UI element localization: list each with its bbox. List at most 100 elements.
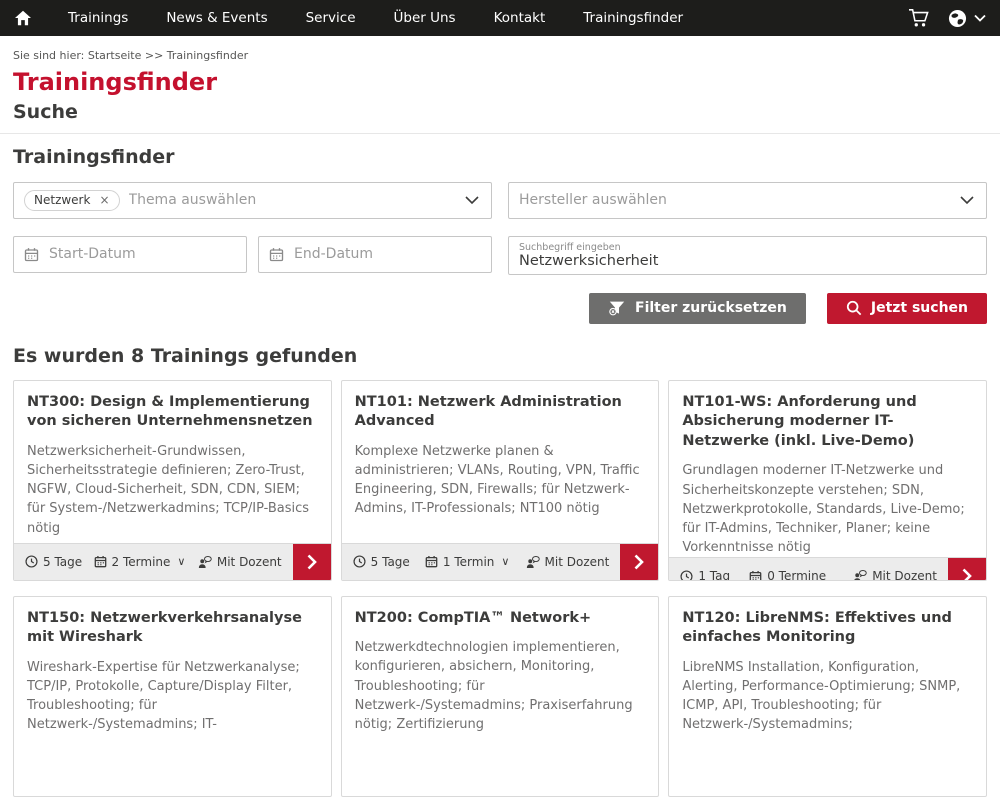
mode-meta: Mit Dozent (852, 569, 937, 580)
dates-label: 1 Termin (443, 555, 494, 569)
training-card-title: NT101: Netzwerk Administration Advanced (355, 393, 646, 432)
globe-icon (948, 9, 967, 28)
dates-meta: 0 Termine (749, 569, 833, 580)
training-card-description: Netzwerksicherheit-Grundwissen, Sicherhe… (27, 442, 318, 538)
breadcrumb[interactable]: Sie sind hier: Startseite >> Trainingsfi… (13, 49, 987, 62)
filter-form-heading: Trainingsfinder (13, 146, 987, 168)
mode-label: Mit Dozent (872, 569, 937, 580)
filter-reset-icon (608, 300, 626, 316)
calendar-icon (269, 247, 284, 262)
page-title: Trainingsfinder (13, 69, 987, 97)
clock-icon (353, 555, 366, 568)
mode-label: Mit Dozent (217, 555, 282, 569)
card-detail-button[interactable] (948, 558, 986, 580)
chevron-right-icon (962, 568, 972, 580)
chevron-down-icon (974, 14, 986, 22)
mode-label: Mit Dozent (545, 555, 610, 569)
training-card-description: Grundlagen moderner IT-Netzwerke und Sic… (682, 461, 973, 557)
training-card-title: NT150: Netzwerkverkehrsanalyse mit Wires… (27, 609, 318, 648)
nav-item-news-events[interactable]: News & Events (166, 10, 267, 26)
nav-item-trainings[interactable]: Trainings (68, 10, 128, 26)
dates-meta[interactable]: 1 Termin ∨ (425, 555, 510, 569)
nav-item-ueber-uns[interactable]: Über Uns (394, 10, 456, 26)
training-card-description: Netzwerkdtechnologien implementieren, ko… (355, 638, 646, 734)
nav-item-service[interactable]: Service (306, 10, 356, 26)
chevron-down-icon (960, 196, 974, 205)
page-subtitle: Suche (13, 101, 987, 123)
chevron-down-icon: ∨ (177, 555, 185, 568)
home-icon (14, 10, 32, 26)
topic-chip-label: Netzwerk (34, 193, 90, 207)
end-date-input[interactable] (292, 245, 481, 263)
training-card-footer: 5 Tage 2 Termine ∨ Mit Dozent (14, 543, 331, 580)
cart-icon (908, 8, 930, 28)
topic-chip-netzwerk: Netzwerk × (24, 190, 120, 211)
calendar-icon (24, 247, 39, 262)
instructor-icon (525, 555, 540, 569)
chip-remove-icon[interactable]: × (99, 194, 109, 206)
training-card: NT200: CompTIA™ Network+ Netzwerkdtechno… (341, 596, 660, 797)
training-card-title: NT200: CompTIA™ Network+ (355, 609, 646, 629)
calendar-icon (94, 555, 107, 568)
top-navigation: Trainings News & Events Service Über Uns… (0, 0, 1000, 36)
training-card: NT101-WS: Anforderung und Absicherung mo… (668, 380, 987, 581)
training-card-title: NT101-WS: Anforderung und Absicherung mo… (682, 393, 973, 452)
results-count-heading: Es wurden 8 Trainings gefunden (13, 345, 987, 367)
dates-meta[interactable]: 2 Termine ∨ (94, 555, 186, 569)
chevron-down-icon (465, 196, 479, 205)
training-card: NT101: Netzwerk Administration Advanced … (341, 380, 660, 581)
nav-item-trainingsfinder[interactable]: Trainingsfinder (583, 10, 683, 26)
vendor-select[interactable]: Hersteller auswählen (508, 182, 987, 219)
keyword-field[interactable]: Suchbegriff eingeben (508, 236, 987, 275)
chevron-right-icon (307, 554, 317, 570)
mode-meta: Mit Dozent (525, 555, 610, 569)
section-divider (0, 133, 1000, 134)
search-submit-button[interactable]: Jetzt suchen (827, 293, 987, 324)
chevron-right-icon (634, 554, 644, 570)
instructor-icon (197, 555, 212, 569)
card-detail-button[interactable] (293, 544, 331, 580)
chevron-down-icon: ∨ (501, 555, 509, 568)
start-date-field[interactable] (13, 236, 247, 273)
cart-button[interactable] (908, 8, 930, 28)
duration-meta: 1 Tag (680, 569, 730, 580)
duration-label: 1 Tag (698, 569, 730, 580)
nav-item-kontakt[interactable]: Kontakt (494, 10, 546, 26)
calendar-icon (749, 570, 762, 581)
keyword-input[interactable] (519, 253, 976, 269)
search-submit-label: Jetzt suchen (871, 300, 968, 316)
calendar-icon (425, 555, 438, 568)
training-card-footer: 5 Tage 1 Termin ∨ Mit Dozent (342, 543, 659, 580)
instructor-icon (852, 569, 867, 580)
reset-filters-button[interactable]: Filter zurücksetzen (589, 293, 806, 324)
clock-icon (680, 570, 693, 581)
home-button[interactable] (14, 10, 32, 26)
training-card-title: NT120: LibreNMS: Effektives und einfache… (682, 609, 973, 648)
training-card-description: Wireshark-Expertise für Netzwerkanalyse;… (27, 658, 318, 735)
training-cards-grid: NT300: Design & Implementierung von sich… (13, 380, 987, 797)
duration-label: 5 Tage (371, 555, 410, 569)
card-detail-button[interactable] (620, 544, 658, 580)
duration-meta: 5 Tage (353, 555, 410, 569)
end-date-field[interactable] (258, 236, 492, 273)
dates-label: 2 Termine (112, 555, 171, 569)
training-card: NT300: Design & Implementierung von sich… (13, 380, 332, 581)
duration-label: 5 Tage (43, 555, 82, 569)
start-date-input[interactable] (47, 245, 236, 263)
vendor-placeholder: Hersteller auswählen (519, 192, 667, 208)
search-icon (846, 300, 862, 316)
training-card: NT120: LibreNMS: Effektives und einfache… (668, 596, 987, 797)
topic-placeholder: Thema auswählen (129, 192, 257, 208)
keyword-field-label: Suchbegriff eingeben (519, 242, 976, 253)
dates-label: 0 Termine (767, 569, 826, 580)
language-selector[interactable] (948, 9, 986, 28)
filter-form: Netzwerk × Thema auswählen Hersteller au… (13, 182, 987, 275)
training-card-footer: 1 Tag 0 Termine Mit Dozent (669, 557, 986, 580)
reset-filters-label: Filter zurücksetzen (635, 300, 787, 316)
duration-meta: 5 Tage (25, 555, 82, 569)
training-card: NT150: Netzwerkverkehrsanalyse mit Wires… (13, 596, 332, 797)
training-card-title: NT300: Design & Implementierung von sich… (27, 393, 318, 432)
topic-select[interactable]: Netzwerk × Thema auswählen (13, 182, 492, 219)
training-card-description: Komplexe Netzwerke planen & administrier… (355, 442, 646, 519)
clock-icon (25, 555, 38, 568)
